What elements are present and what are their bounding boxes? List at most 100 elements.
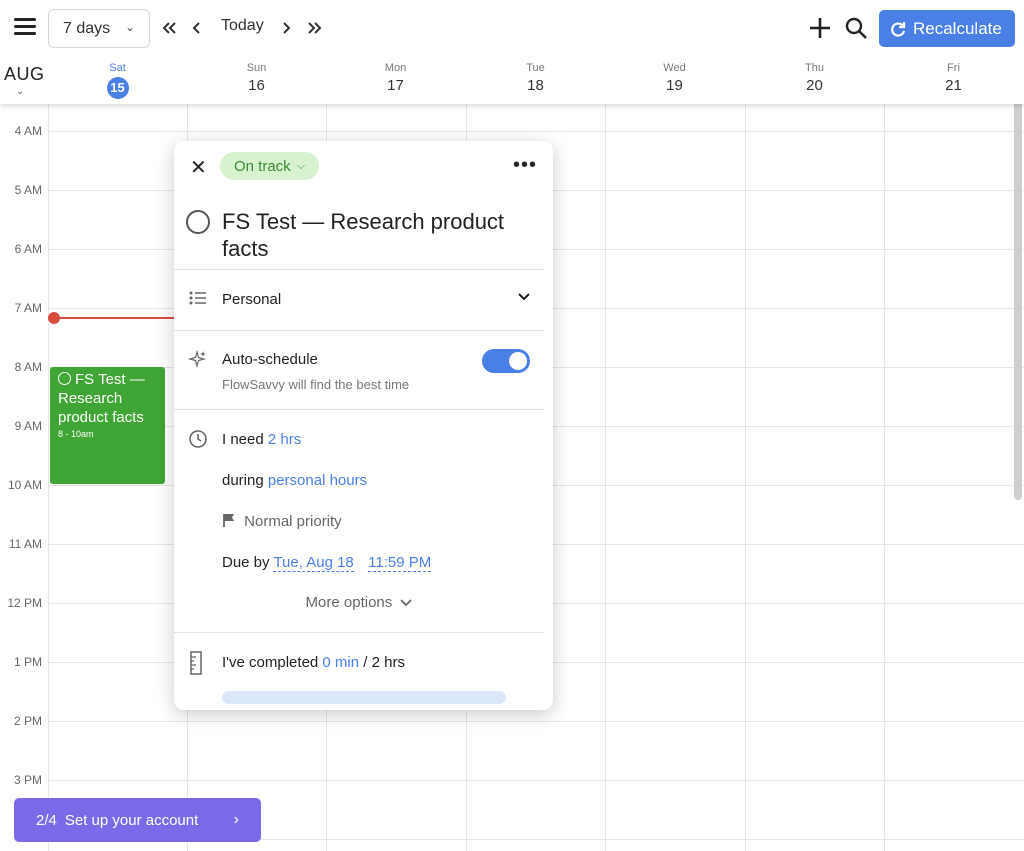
priority-label: Normal priority: [244, 513, 342, 530]
completed-value[interactable]: 0 min: [322, 654, 359, 671]
column-divider: [605, 104, 606, 851]
status-dropdown[interactable]: On track ⌵: [220, 152, 320, 180]
completed-row: I've completed 0 min / 2 hrs: [222, 654, 405, 671]
chevron-down-icon: ⌄: [124, 20, 135, 34]
auto-schedule-description: FlowSavvy will find the best time: [222, 377, 410, 392]
event-time: 8 - 10am: [58, 429, 94, 439]
double-chevron-right-icon[interactable]: [306, 14, 324, 42]
hour-label: 10 AM: [7, 478, 42, 492]
hour-label: 4 AM: [14, 124, 42, 138]
hour-label: 6 AM: [14, 242, 42, 256]
chevron-right-icon[interactable]: [280, 14, 294, 42]
circle-check-icon[interactable]: [58, 372, 71, 385]
close-icon[interactable]: ✕: [190, 155, 207, 180]
hour-label: 2 PM: [13, 714, 42, 728]
day-number: 16: [248, 77, 265, 94]
chevron-right-icon: ›: [233, 811, 239, 828]
day-column-header[interactable]: Wed 19: [605, 62, 744, 95]
column-divider: [745, 104, 746, 851]
top-toolbar: 7 days ⌄ Today Recalculate: [0, 0, 1024, 56]
duration-row: I need 2 hrs: [222, 431, 301, 448]
divider: [174, 409, 544, 410]
calendar-event[interactable]: FS Test — Research product facts 8 - 10a…: [50, 367, 165, 484]
task-popup: ✕ On track ⌵ ••• FS Test — Research prod…: [174, 141, 553, 710]
divider: [174, 330, 544, 331]
chevron-down-icon: [400, 599, 413, 607]
auto-schedule-toggle[interactable]: [482, 349, 530, 373]
range-dropdown[interactable]: 7 days ⌄: [48, 9, 150, 48]
due-date[interactable]: Tue, Aug 18: [273, 554, 354, 572]
divider: [174, 632, 544, 633]
task-complete-checkbox[interactable]: [186, 210, 210, 234]
hours-row: during personal hours: [222, 472, 367, 489]
day-number: 20: [806, 77, 823, 94]
hour-label: 1 PM: [13, 655, 42, 669]
due-row: Due by Tue, Aug 18 11:59 PM: [222, 554, 432, 572]
add-icon[interactable]: [807, 14, 833, 42]
due-time[interactable]: 11:59 PM: [368, 554, 432, 572]
duration-value[interactable]: 2 hrs: [268, 431, 301, 448]
completed-separator: /: [363, 654, 368, 671]
more-options-icon[interactable]: •••: [513, 154, 537, 177]
day-name: Fri: [947, 62, 960, 74]
day-number: 19: [666, 77, 683, 94]
search-icon[interactable]: [843, 14, 869, 42]
day-name: Mon: [384, 62, 407, 74]
day-number: 17: [387, 77, 404, 94]
completion-progress-bar: [222, 691, 506, 704]
task-title[interactable]: FS Test — Research product facts: [222, 208, 532, 262]
hour-label: 5 AM: [14, 183, 42, 197]
due-prefix: Due by: [222, 554, 270, 571]
column-divider: [48, 104, 49, 851]
double-chevron-left-icon[interactable]: [160, 14, 178, 42]
day-column-header[interactable]: Thu 20: [745, 62, 884, 95]
hour-label: 7 AM: [14, 301, 42, 315]
list-name[interactable]: Personal: [222, 291, 281, 308]
priority-row[interactable]: Normal priority: [222, 513, 342, 530]
current-time-dot: [48, 312, 60, 324]
vertical-scrollbar[interactable]: [1014, 100, 1022, 500]
day-number: 21: [945, 77, 962, 94]
refresh-icon: [891, 21, 906, 37]
status-label: On track: [234, 157, 291, 175]
completed-prefix: I've completed: [222, 654, 319, 671]
hours-value[interactable]: personal hours: [268, 472, 367, 489]
hour-label: 3 PM: [13, 773, 42, 787]
day-name: Sun: [246, 62, 267, 74]
day-header: AUG ⌄ Sat 15 Sun 16 Mon 17 Tue 18 Wed 19…: [0, 56, 1024, 104]
hamburger-menu-icon[interactable]: [12, 14, 38, 40]
hour-line: [48, 780, 1024, 781]
day-name: Thu: [805, 62, 824, 74]
list-icon: [188, 289, 208, 312]
day-column-header[interactable]: Tue 18: [466, 62, 605, 95]
current-time-line: [54, 317, 176, 319]
day-column-header[interactable]: Mon 17: [326, 62, 465, 95]
hour-label: 9 AM: [14, 419, 42, 433]
setup-account-button[interactable]: 2/4 Set up your account ›: [14, 798, 261, 842]
recalculate-button[interactable]: Recalculate: [879, 10, 1015, 47]
chevron-down-icon: ⌵: [296, 159, 306, 172]
recalculate-label: Recalculate: [913, 18, 1002, 38]
ruler-icon: [188, 651, 204, 680]
hour-line: [48, 131, 1024, 132]
completed-total: 2 hrs: [371, 654, 405, 671]
sparkle-icon: [187, 349, 208, 374]
setup-label: Set up your account: [64, 811, 199, 829]
day-column-header[interactable]: Sun 16: [187, 62, 326, 95]
chevron-down-icon[interactable]: ⌄: [16, 86, 24, 97]
day-name: Wed: [663, 62, 686, 74]
day-name: Tue: [526, 62, 545, 74]
hour-line: [48, 721, 1024, 722]
day-column-header[interactable]: Sat 15: [48, 62, 187, 99]
more-options-button[interactable]: More options: [174, 594, 544, 611]
day-column-header[interactable]: Fri 21: [884, 62, 1023, 95]
chevron-down-icon[interactable]: [517, 289, 531, 305]
divider: [174, 269, 544, 270]
column-divider: [884, 104, 885, 851]
month-label[interactable]: AUG: [4, 64, 45, 85]
today-button[interactable]: Today: [221, 17, 264, 35]
hour-label: 11 AM: [8, 537, 42, 551]
chevron-left-icon[interactable]: [189, 14, 203, 42]
setup-step: 2/4: [36, 811, 57, 829]
hour-label: 8 AM: [14, 360, 42, 374]
